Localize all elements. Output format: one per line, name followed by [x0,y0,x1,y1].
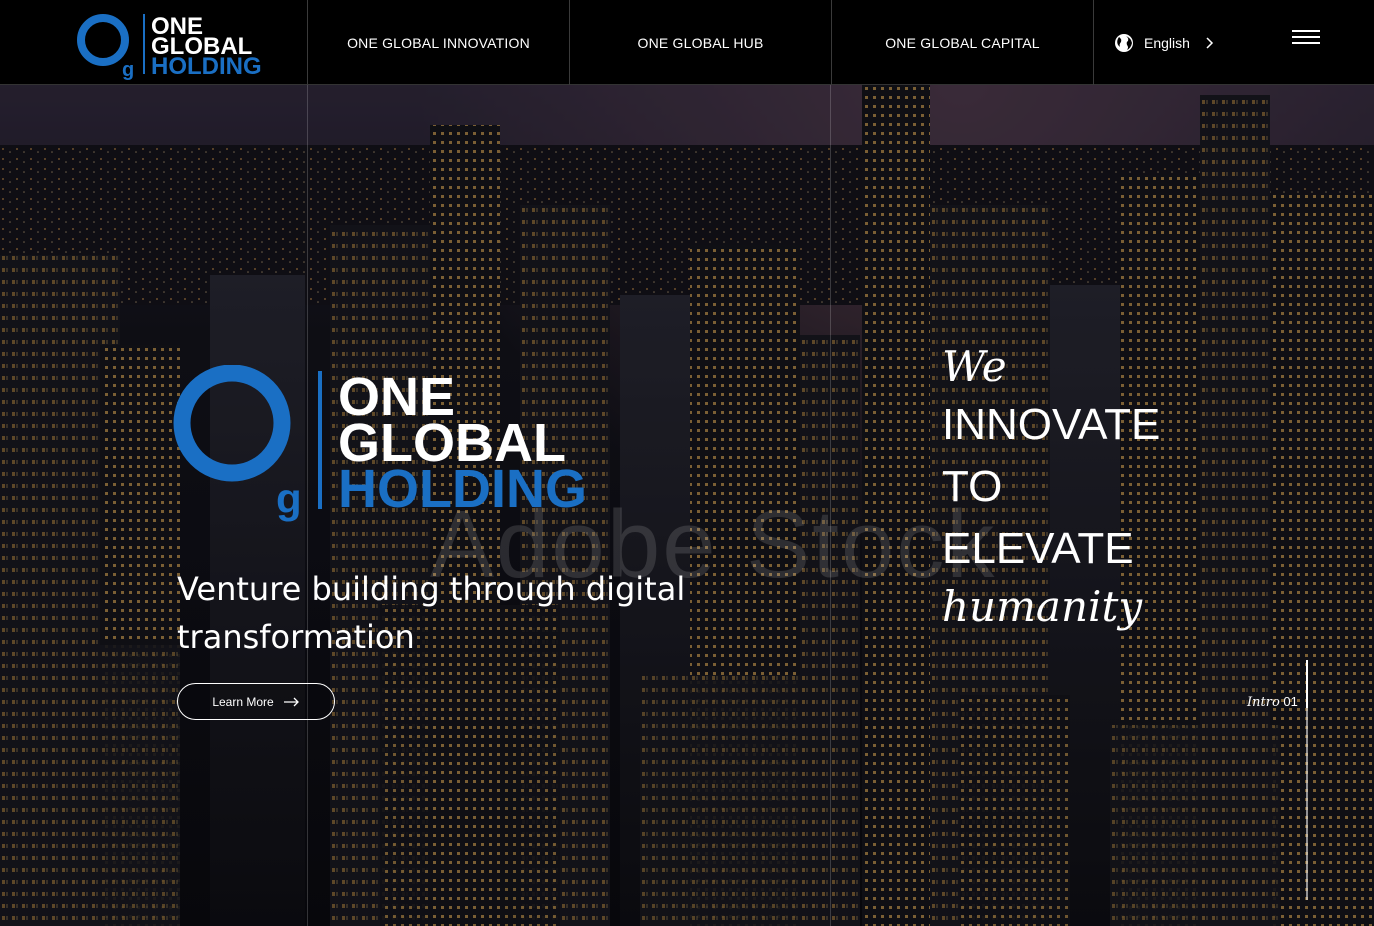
nav-item-hub[interactable]: ONE GLOBAL HUB [570,0,832,85]
language-label: English [1144,34,1190,51]
nav-item-innovation[interactable]: ONE GLOBAL INNOVATION [308,0,570,85]
slogan-humanity: humanity [942,582,1143,631]
slogan-to: TO [942,462,1003,511]
menu-button[interactable] [1292,30,1322,52]
arrow-right-icon [283,697,299,706]
site-header: g ONE GLOBAL HOLDING ONE GLOBAL INNOVATI… [0,0,1374,85]
slogan-innovate: INNOVATE [942,400,1161,449]
slide-indicator[interactable]: Intro 01 [1247,694,1298,710]
hero-logo-mark-letter: g [276,475,302,522]
brand-mark-letter: g [122,59,134,81]
hero-tagline: Venture building through digital transfo… [177,570,686,656]
brand-line-3: HOLDING [151,53,262,80]
learn-more-label: Learn More [212,694,274,709]
slide-progress-bar [1306,660,1308,900]
nav-item-capital[interactable]: ONE GLOBAL CAPITAL [832,0,1094,85]
learn-more-button[interactable]: Learn More [177,683,335,720]
slogan-elevate: ELEVATE [942,524,1134,573]
brand-logo-mark: g ONE GLOBAL HOLDING [77,13,262,81]
globe-icon [1115,33,1133,52]
hero-slogan: We INNOVATE TO ELEVATE humanity [942,340,1160,634]
hero-logo: g ONE GLOBAL HOLDING [173,365,587,522]
hero-section: Adobe Stock g ONE GLOBAL HOLDING Venture… [0,85,1374,926]
slogan-we: We [942,342,1007,391]
hero-logo-line-3: HOLDING [338,459,587,519]
hamburger-icon [1292,30,1320,32]
language-selector[interactable]: English [1094,0,1374,85]
chevron-right-icon [1206,36,1213,49]
intro-number: 01 [1283,694,1298,709]
intro-label: Intro [1247,695,1280,710]
brand-logo[interactable]: g ONE GLOBAL HOLDING [0,0,308,85]
